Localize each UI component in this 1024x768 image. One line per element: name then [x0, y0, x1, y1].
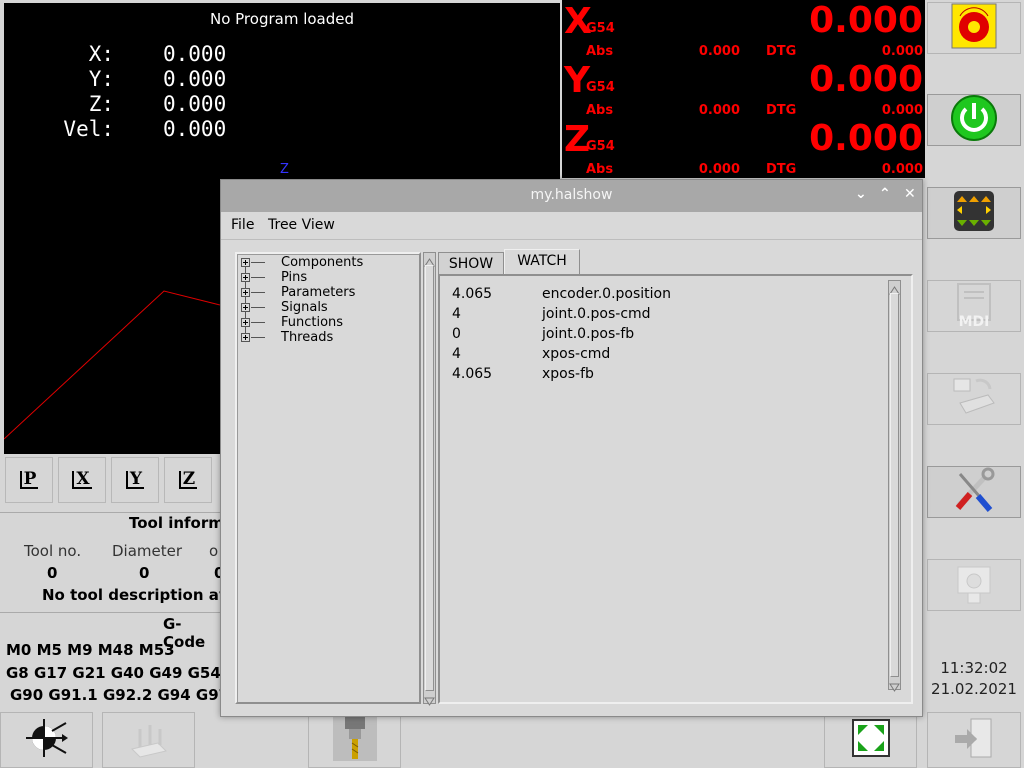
clock-date: 21.02.2021 — [931, 680, 1017, 698]
user-icon — [950, 559, 998, 611]
svg-text:MDI: MDI — [959, 314, 990, 328]
view-y-button[interactable]: Y — [111, 457, 159, 503]
diameter-value: 0 — [139, 564, 150, 582]
jog-arrows-icon — [953, 190, 995, 236]
hal-tree[interactable]: Components Pins Parameters Signals Funct… — [235, 252, 421, 704]
expand-icon[interactable] — [241, 318, 250, 327]
dro-x-value: 0.000 — [809, 0, 923, 41]
watch-pane: 4.065 encoder.0.position 4 joint.0.pos-cmd… — [438, 274, 913, 704]
fullscreen-button[interactable] — [824, 712, 917, 768]
scroll-up-icon[interactable] — [424, 253, 435, 267]
auto-mode-button[interactable] — [927, 373, 1021, 425]
ref-crosshair-icon — [24, 715, 70, 765]
maximize-icon[interactable]: ⌃ — [879, 186, 891, 202]
manual-mode-button[interactable] — [927, 187, 1021, 239]
halshow-titlebar[interactable]: my.halshow ⌄ ⌃ ✕ — [221, 180, 922, 212]
view-x-button[interactable]: X — [58, 457, 106, 503]
tree-scrollbar[interactable] — [423, 252, 436, 706]
menu-tree-view[interactable]: Tree View — [268, 217, 335, 233]
tool-button[interactable] — [308, 712, 401, 768]
dro-axis-y: Y G54 0.000 Abs 0.000 DTG 0.000 — [564, 59, 923, 118]
clock-time: 11:32:02 — [940, 659, 1008, 677]
tab-show[interactable]: SHOW — [438, 252, 504, 274]
exit-door-icon — [951, 715, 997, 765]
view-p-button[interactable]: P — [5, 457, 53, 503]
auto-machine-icon — [950, 373, 998, 425]
expand-icon[interactable] — [241, 303, 250, 312]
user-tabs-button[interactable] — [927, 559, 1021, 611]
emergency-stop-icon — [950, 2, 998, 54]
gcode-panel: G-Code M0 M5 M9 M48 M53 G8 G17 G21 G40 G… — [0, 612, 222, 708]
estop-button[interactable] — [927, 2, 1021, 54]
tree-scroll-thumb[interactable] — [425, 265, 434, 691]
dro-axis-z: Z G54 0.000 Abs 0.000 DTG 0.000 — [564, 118, 923, 177]
ref-all-button[interactable] — [0, 712, 93, 768]
mdi-mode-button[interactable]: MDI — [927, 280, 1021, 332]
scroll-down-icon[interactable] — [424, 692, 435, 706]
watch-scrollbar[interactable] — [888, 280, 901, 692]
tab-watch[interactable]: WATCH — [504, 249, 580, 274]
tools-icon — [950, 466, 998, 518]
gcode-line: G8 G17 G21 G40 G49 G54 G64 — [6, 664, 222, 682]
dro-y-value: 0.000 — [809, 59, 923, 100]
offset-header: o — [209, 542, 219, 560]
halshow-title: my.halshow — [530, 187, 613, 203]
exit-button[interactable] — [927, 712, 1021, 768]
expand-icon[interactable] — [241, 273, 250, 282]
minimize-icon[interactable]: ⌄ — [855, 186, 867, 202]
diameter-header: Diameter — [112, 542, 183, 560]
tool-no-value: 0 — [47, 564, 58, 582]
settings-button[interactable] — [927, 466, 1021, 518]
scroll-down-icon[interactable] — [889, 678, 900, 692]
halshow-menubar: File Tree View — [221, 212, 922, 240]
touch-off-button[interactable] — [102, 712, 195, 768]
menu-file[interactable]: File — [231, 217, 254, 233]
mdi-icon: MDI — [950, 280, 998, 332]
gcode-line: M0 M5 M9 M48 M53 — [6, 641, 175, 659]
tool-info-panel: Tool informa Tool no. Diameter o 0 0 0 N… — [0, 512, 259, 612]
expand-icon[interactable] — [241, 333, 250, 342]
tool-no-header: Tool no. — [24, 542, 82, 560]
halshow-window: my.halshow ⌄ ⌃ ✕ File Tree View Componen… — [220, 179, 923, 717]
clock: 11:32:02 21.02.2021 — [925, 658, 1023, 700]
close-icon[interactable]: ✕ — [904, 186, 916, 202]
machine-power-button[interactable] — [927, 94, 1021, 146]
dro-axis-x: X G54 0.000 Abs 0.000 DTG 0.000 — [564, 0, 923, 59]
fullscreen-icon — [850, 717, 892, 763]
scroll-up-icon[interactable] — [889, 281, 900, 295]
gcode-line: G90 G91.1 G92.2 G94 G97 G9 — [10, 686, 222, 704]
expand-icon[interactable] — [241, 288, 250, 297]
watch-scroll-thumb[interactable] — [890, 293, 899, 677]
expand-icon[interactable] — [241, 258, 250, 267]
tool-info-title: Tool informa — [129, 514, 235, 532]
dro-z-value: 0.000 — [809, 118, 923, 159]
touch-off-icon — [126, 715, 172, 765]
view-z-button[interactable]: Z — [164, 457, 212, 503]
spindle-tool-icon — [331, 713, 379, 767]
dro-panel: X G54 0.000 Abs 0.000 DTG 0.000 Y G54 0.… — [562, 0, 925, 178]
power-icon — [950, 94, 998, 146]
